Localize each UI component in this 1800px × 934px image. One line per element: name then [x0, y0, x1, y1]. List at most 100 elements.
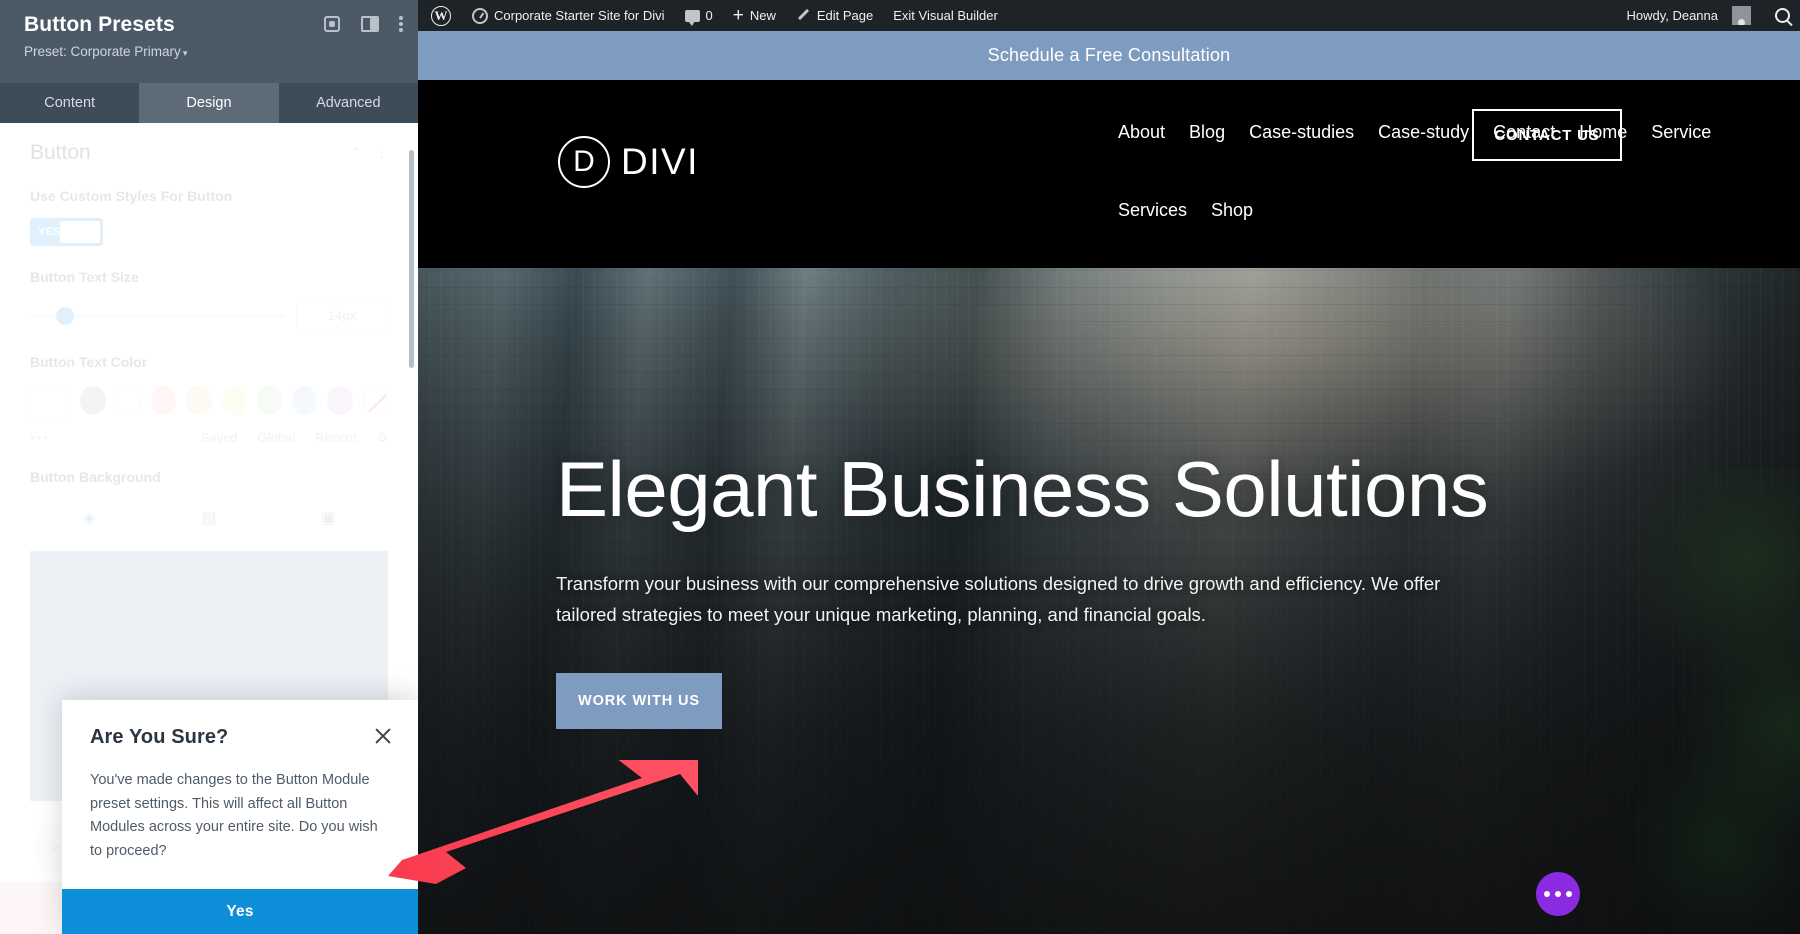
confirm-yes-label: Yes	[226, 903, 253, 921]
site-header: D DIVI About Blog Case-studies Case-stud…	[418, 80, 1800, 268]
button-text-size-slider[interactable]	[30, 314, 286, 318]
swatch-yellow[interactable]	[222, 386, 247, 415]
swatch-green[interactable]	[257, 386, 282, 415]
swatch-transparent[interactable]	[363, 386, 389, 415]
account-menu[interactable]: Howdy, Deanna	[1616, 0, 1761, 31]
nav-item-service[interactable]: Service	[1651, 110, 1711, 154]
button-text-size-label: Button Text Size	[30, 268, 388, 287]
panel-header-icons	[322, 14, 404, 34]
screen: W Corporate Starter Site for Divi 0 + Ne…	[0, 0, 1800, 934]
nav-item-shop[interactable]: Shop	[1211, 188, 1253, 232]
dialog-body-text: You've made changes to the Button Module…	[90, 769, 390, 863]
slider-handle[interactable]	[56, 307, 74, 325]
swatch-tab-row: ••• Saved Global Recent ⚙	[30, 430, 388, 446]
hero-section: Elegant Business Solutions Transform you…	[418, 268, 1800, 934]
swatch-orange[interactable]	[186, 386, 211, 415]
promo-bar[interactable]: Schedule a Free Consultation	[418, 31, 1800, 80]
swatch-blue[interactable]	[292, 386, 317, 415]
ellipsis-icon	[1544, 891, 1550, 897]
button-text-size-value[interactable]: 14px	[296, 301, 388, 331]
swatch-white[interactable]	[116, 386, 142, 415]
preset-label: Preset: Corporate Primary	[24, 44, 181, 59]
edit-page-menu[interactable]: Edit Page	[786, 0, 883, 31]
field-use-custom-styles: Use Custom Styles For Button YES	[0, 187, 418, 246]
close-icon[interactable]	[374, 727, 392, 745]
kebab-menu-icon[interactable]: ⋮	[375, 145, 388, 161]
work-with-us-label: WORK WITH US	[578, 693, 700, 709]
nav-item-about[interactable]: About	[1118, 110, 1165, 154]
swatch-tab-saved[interactable]: Saved	[201, 430, 238, 445]
nav-item-case-studies[interactable]: Case-studies	[1249, 110, 1354, 154]
swatch-more-icon[interactable]: •••	[30, 430, 50, 445]
button-text-color-label: Button Text Color	[30, 353, 388, 372]
panel-tabs: Content Design Advanced	[0, 83, 418, 123]
edit-page-label: Edit Page	[817, 0, 873, 31]
tab-advanced[interactable]: Advanced	[279, 83, 418, 123]
gear-icon[interactable]: ⚙	[376, 430, 388, 446]
comments-menu[interactable]: 0	[675, 0, 723, 31]
swatch-tab-global[interactable]: Global	[258, 430, 296, 445]
floating-options-button[interactable]	[1536, 872, 1580, 916]
tab-design[interactable]: Design	[139, 83, 278, 123]
nav-item-blog[interactable]: Blog	[1189, 110, 1225, 154]
confirm-yes-button[interactable]: Yes	[62, 889, 418, 934]
swatch-tab-recent[interactable]: Recent	[315, 430, 356, 445]
comments-count: 0	[706, 0, 713, 31]
hero-title: Elegant Business Solutions	[556, 450, 1556, 530]
background-gradient-tab[interactable]: ▤	[149, 499, 268, 537]
hero-foliage-decoration	[1540, 468, 1800, 934]
focus-mode-icon[interactable]	[322, 14, 342, 34]
button-presets-settings-panel: Button Presets Preset: Corporate Primary…	[0, 0, 418, 934]
plus-icon: +	[733, 6, 744, 25]
exit-visual-builder-button[interactable]: Exit Visual Builder	[883, 0, 1008, 31]
site-name-menu[interactable]: Corporate Starter Site for Divi	[462, 0, 675, 31]
preset-selector[interactable]: Preset: Corporate Primary▾	[24, 44, 400, 59]
button-settings-group: Button ⌃ ⋮	[0, 123, 418, 165]
ellipsis-icon	[1555, 891, 1561, 897]
howdy-label: Howdy, Deanna	[1626, 0, 1718, 31]
tab-content[interactable]: Content	[0, 83, 139, 123]
field-button-text-size: Button Text Size 14px	[0, 268, 418, 331]
field-button-background: Button Background	[0, 468, 418, 487]
exit-visual-builder-label: Exit Visual Builder	[893, 0, 998, 31]
background-type-tabs: ◈ ▤ ▣	[0, 499, 418, 537]
work-with-us-button[interactable]: WORK WITH US	[556, 673, 722, 729]
site-name-label: Corporate Starter Site for Divi	[494, 0, 665, 31]
brand-name: DIVI	[621, 141, 699, 183]
primary-nav: About Blog Case-studies Case-study Conta…	[1118, 110, 1718, 232]
new-content-menu[interactable]: + New	[723, 0, 786, 31]
panel-layout-icon[interactable]	[360, 14, 380, 34]
swatch-custom-picker[interactable]	[30, 384, 70, 418]
contact-us-button[interactable]: CONTACT US	[1472, 109, 1622, 161]
site-logo[interactable]: D DIVI	[558, 136, 699, 188]
divi-logo-icon: D	[558, 136, 610, 188]
panel-scrollbar[interactable]	[409, 150, 414, 368]
pencil-icon	[796, 8, 811, 23]
pencil-icon	[48, 842, 63, 857]
background-image-tab[interactable]: ▣	[269, 499, 388, 537]
nav-row-1: About Blog Case-studies Case-study Conta…	[1118, 110, 1718, 154]
chevron-up-icon[interactable]: ⌃	[350, 145, 361, 161]
background-color-tab[interactable]: ◈	[30, 499, 149, 537]
field-button-text-color: Button Text Color ••• Saved Globa	[0, 353, 418, 446]
search-icon[interactable]	[1775, 8, 1790, 23]
site-preview: W Corporate Starter Site for Divi 0 + Ne…	[418, 0, 1800, 934]
chevron-down-icon: ▾	[183, 48, 188, 58]
nav-item-case-study[interactable]: Case-study	[1378, 110, 1469, 154]
user-avatar-icon	[1732, 6, 1751, 25]
contact-us-label: CONTACT US	[1494, 127, 1599, 144]
color-swatch-row	[30, 384, 388, 418]
swatch-purple[interactable]	[327, 386, 352, 415]
use-custom-styles-toggle[interactable]: YES	[30, 218, 103, 246]
group-title: Button	[30, 141, 91, 165]
swatch-gray[interactable]	[80, 386, 105, 415]
kebab-menu-icon[interactable]	[398, 14, 404, 34]
toggle-knob	[60, 221, 100, 243]
button-background-label: Button Background	[30, 468, 388, 487]
comment-bubble-icon	[685, 10, 700, 22]
wp-logo-button[interactable]: W	[418, 0, 462, 31]
swatch-red[interactable]	[151, 386, 176, 415]
nav-item-services[interactable]: Services	[1118, 188, 1187, 232]
wordpress-logo-icon: W	[431, 6, 451, 26]
toggle-value: YES	[38, 226, 60, 238]
